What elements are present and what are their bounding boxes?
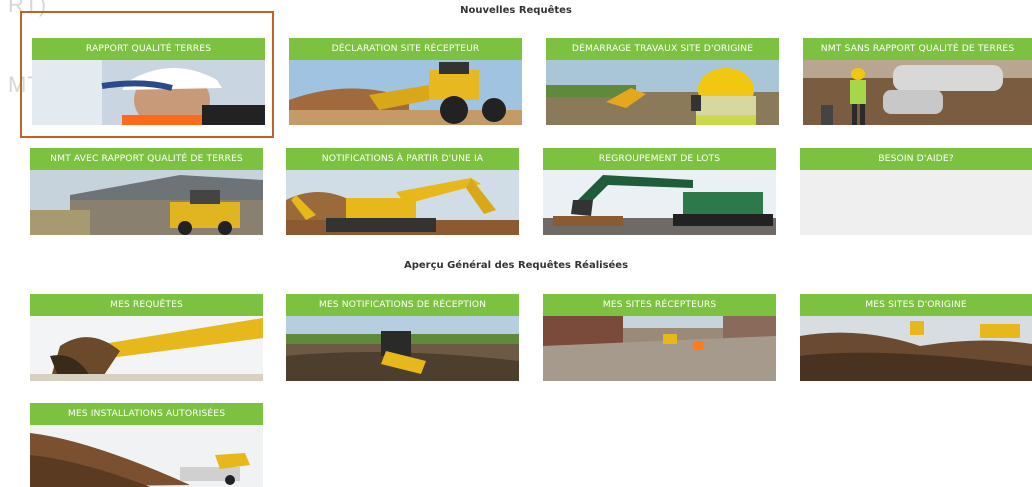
shed-loader-photo <box>30 170 263 235</box>
tile-label: BESOIN D'AIDE? <box>800 148 1032 170</box>
tile-label: DÉCLARATION SITE RÉCEPTEUR <box>289 38 522 60</box>
tile-rapport-qualite-terres[interactable]: RAPPORT QUALITÉ TERRES <box>32 38 265 125</box>
tile-notifications-ia[interactable]: NOTIFICATIONS À PARTIR D'UNE IA <box>286 148 519 235</box>
tile-label: MES SITES D'ORIGINE <box>800 294 1032 316</box>
tile-mes-sites-recepteurs[interactable]: MES SITES RÉCEPTEURS <box>543 294 776 381</box>
excavator-field-photo <box>286 316 519 381</box>
tile-besoin-aide[interactable]: BESOIN D'AIDE? <box>800 148 1032 235</box>
tile-declaration-site-recepteur[interactable]: DÉCLARATION SITE RÉCEPTEUR <box>289 38 522 125</box>
tile-label: NMT SANS RAPPORT QUALITÉ DE TERRES <box>803 38 1032 60</box>
tile-nmt-avec-rapport[interactable]: NMT AVEC RAPPORT QUALITÉ DE TERRES <box>30 148 263 235</box>
excavator-green-photo <box>543 170 776 235</box>
tile-label: REGROUPEMENT DE LOTS <box>543 148 776 170</box>
tile-label: RAPPORT QUALITÉ TERRES <box>32 38 265 60</box>
tile-mes-notifications-reception[interactable]: MES NOTIFICATIONS DE RÉCEPTION <box>286 294 519 381</box>
street-works-photo <box>543 316 776 381</box>
worker-hardhat-photo <box>32 60 265 125</box>
tile-label: MES SITES RÉCEPTEURS <box>543 294 776 316</box>
tile-label: MES REQUÊTES <box>30 294 263 316</box>
wheel-loader-photo <box>289 60 522 125</box>
soil-mound-loader-photo <box>30 425 263 487</box>
tile-regroupement-lots[interactable]: REGROUPEMENT DE LOTS <box>543 148 776 235</box>
tile-label: MES NOTIFICATIONS DE RÉCEPTION <box>286 294 519 316</box>
tile-mes-sites-origine[interactable]: MES SITES D'ORIGINE <box>800 294 1032 381</box>
tile-label: DÉMARRAGE TRAVAUX SITE D'ORIGINE <box>546 38 779 60</box>
excavator-arm-photo <box>30 316 263 381</box>
pipe-worker-photo <box>803 60 1032 125</box>
worker-yellow-helmet-photo <box>546 60 779 125</box>
tile-mes-installations-autorisees[interactable]: MES INSTALLATIONS AUTORISÉES <box>30 403 263 487</box>
tile-label: MES INSTALLATIONS AUTORISÉES <box>30 403 263 425</box>
section-title-overview: Aperçu Général des Requêtes Réalisées <box>403 260 629 271</box>
tile-nmt-sans-rapport[interactable]: NMT SANS RAPPORT QUALITÉ DE TERRES <box>803 38 1032 125</box>
tile-label: NOTIFICATIONS À PARTIR D'UNE IA <box>286 148 519 170</box>
section-title-new-requests: Nouvelles Requêtes <box>460 5 572 16</box>
tile-demarrage-travaux[interactable]: DÉMARRAGE TRAVAUX SITE D'ORIGINE <box>546 38 779 125</box>
excavator-yellow-photo <box>286 170 519 235</box>
empty-image-area <box>800 170 1032 235</box>
soil-pile-photo <box>800 316 1032 381</box>
tile-mes-requetes[interactable]: MES REQUÊTES <box>30 294 263 381</box>
tile-label: NMT AVEC RAPPORT QUALITÉ DE TERRES <box>30 148 263 170</box>
